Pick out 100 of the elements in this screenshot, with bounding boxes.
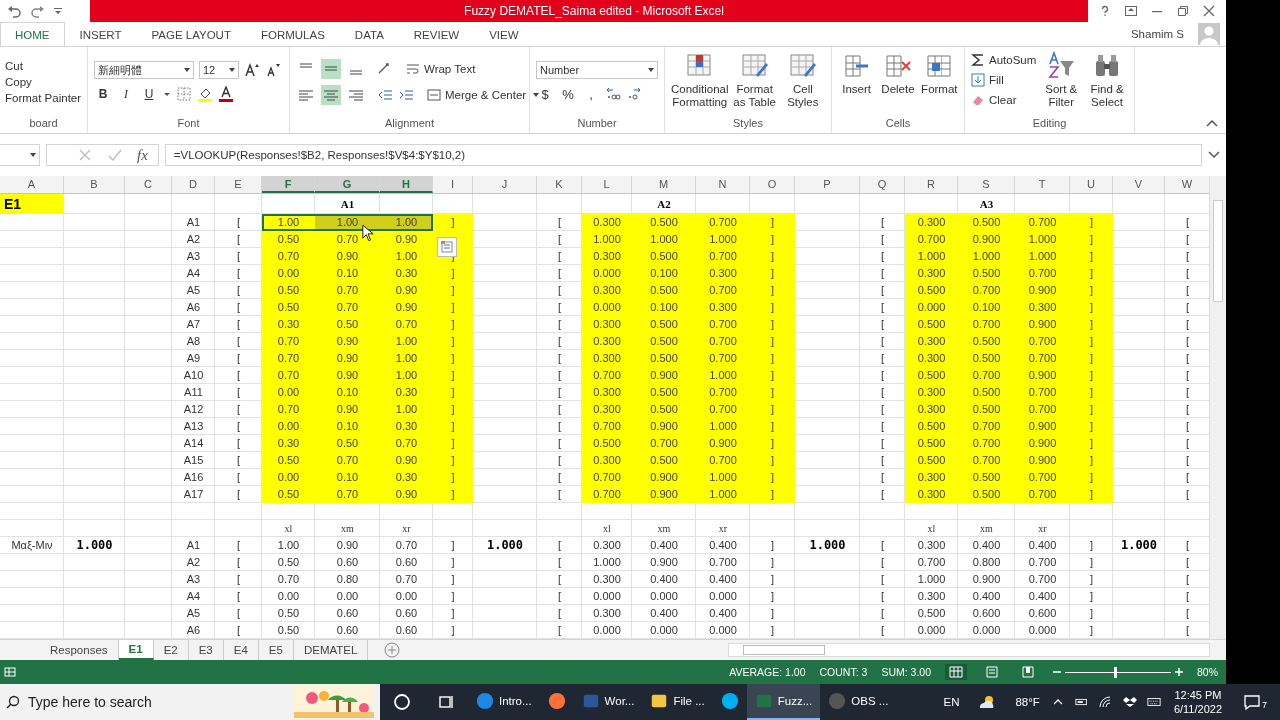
formula-field[interactable]: =VLOOKUP(Responses!$B2, Responses!$V$4:$Y$10,2): [164, 144, 1202, 166]
close-icon[interactable]: [1203, 5, 1215, 17]
clock[interactable]: 12:45 PM 6/11/2022: [1165, 688, 1230, 716]
weather-temperature[interactable]: 88°F: [1009, 696, 1046, 708]
ribbon-tab[interactable]: PAGE LAYOUT: [136, 22, 246, 46]
column-header[interactable]: D: [172, 176, 215, 193]
font-style-button[interactable]: U: [140, 85, 158, 103]
undo-icon[interactable]: [6, 3, 22, 19]
normal-view-icon[interactable]: [945, 664, 967, 680]
column-header[interactable]: A: [0, 176, 64, 193]
number-format-field[interactable]: Number: [536, 61, 658, 79]
font-size-field[interactable]: 12: [199, 61, 239, 79]
clipboard-button[interactable]: Copy: [5, 76, 32, 88]
column-header[interactable]: N: [696, 176, 750, 193]
help-icon[interactable]: [1099, 5, 1111, 17]
caret-icon[interactable]: [648, 68, 654, 72]
editing-button[interactable]: Sort & Filter: [1040, 51, 1083, 109]
column-header[interactable]: H: [380, 176, 433, 193]
insert-function-button[interactable]: fx: [137, 146, 148, 164]
language-indicator[interactable]: EN: [937, 696, 966, 708]
font-style-button[interactable]: B: [94, 85, 112, 103]
ribbon-tab[interactable]: FORMULAS: [245, 22, 340, 46]
dropbox-icon[interactable]: [1122, 696, 1137, 708]
notifications-icon[interactable]: [1242, 692, 1262, 712]
column-header[interactable]: R: [905, 176, 958, 193]
merge-center-button[interactable]: Merge & Center: [427, 88, 540, 102]
ribbon-tab[interactable]: HOME: [0, 22, 65, 46]
customize-icon[interactable]: [54, 7, 62, 15]
styles-button[interactable]: Conditional Formatting: [671, 51, 729, 109]
column-header[interactable]: U: [1070, 176, 1113, 193]
zoom-level[interactable]: 80%: [1197, 666, 1218, 678]
wifi-icon[interactable]: [1098, 696, 1113, 708]
column-header[interactable]: L: [582, 176, 632, 193]
ribbon-display-icon[interactable]: [1125, 5, 1137, 17]
column-header[interactable]: M: [632, 176, 696, 193]
column-header[interactable]: K: [537, 176, 582, 193]
zoom-thumb[interactable]: [1113, 666, 1117, 678]
quick-analysis-icon[interactable]: [437, 237, 457, 257]
collapse-ribbon-icon[interactable]: [1206, 119, 1218, 127]
expand-icon[interactable]: [1208, 149, 1220, 161]
decrease-decimal-icon[interactable]: [626, 86, 642, 102]
font-style-button[interactable]: I: [117, 85, 135, 103]
caret-icon[interactable]: [229, 68, 235, 72]
column-header[interactable]: P: [795, 176, 860, 193]
number-format-button[interactable]: ,: [582, 85, 600, 103]
keyboard-icon[interactable]: [1146, 696, 1161, 708]
account-menu[interactable]: Shamim S: [1130, 28, 1198, 40]
taskbar-app[interactable]: Intro...: [468, 684, 540, 720]
shrink-font-icon[interactable]: [265, 62, 281, 78]
increase-indent-icon[interactable]: [398, 87, 414, 103]
ribbon-tab[interactable]: REVIEW: [398, 22, 475, 46]
zoom-in-icon[interactable]: [1175, 668, 1183, 676]
vertical-scrollbar[interactable]: [1209, 176, 1226, 639]
column-header[interactable]: I: [433, 176, 473, 193]
horizontal-scrollbar[interactable]: [728, 643, 1210, 657]
redo-icon[interactable]: [30, 3, 46, 19]
cells-button[interactable]: Insert: [838, 51, 876, 96]
caret-icon[interactable]: [184, 68, 190, 72]
styles-button[interactable]: Format as Table: [732, 51, 777, 109]
editing-button[interactable]: AutoSum: [971, 53, 1037, 67]
cells-button[interactable]: Delete: [879, 51, 917, 96]
ribbon-tab[interactable]: DATA: [339, 22, 399, 46]
grow-font-icon[interactable]: [244, 62, 260, 78]
taskbar-app[interactable]: Wor...: [573, 684, 643, 720]
zoom-out-icon[interactable]: [1053, 668, 1061, 676]
clipboard-button[interactable]: Format Painter: [5, 92, 82, 104]
column-header[interactable]: J: [473, 176, 537, 193]
taskbar-app[interactable]: File ...: [642, 684, 713, 720]
battery-icon[interactable]: [1074, 696, 1089, 708]
caret-icon[interactable]: [30, 153, 36, 157]
taskbar-app[interactable]: OBS ...: [820, 684, 897, 720]
cortana-icon[interactable]: [392, 692, 412, 712]
ribbon-tab[interactable]: INSERT: [64, 22, 137, 46]
column-header[interactable]: F: [262, 176, 315, 193]
column-header[interactable]: O: [750, 176, 795, 193]
taskbar-app[interactable]: Fuzz...: [746, 684, 821, 720]
column-header[interactable]: T: [1015, 176, 1070, 193]
macro-icon[interactable]: [4, 666, 16, 678]
editing-button[interactable]: Fill: [971, 73, 1004, 87]
restore-icon[interactable]: [1177, 5, 1189, 17]
number-format-button[interactable]: %: [559, 85, 577, 103]
editing-button[interactable]: Clear: [971, 93, 1017, 107]
sheet-tab[interactable]: E1: [118, 640, 154, 660]
column-header[interactable]: C: [125, 176, 172, 193]
column-header[interactable]: B: [64, 176, 125, 193]
ribbon-tab[interactable]: VIEW: [474, 22, 534, 46]
increase-decimal-icon[interactable]: [605, 86, 621, 102]
column-header[interactable]: G: [315, 176, 380, 193]
clipboard-button[interactable]: Cut: [5, 60, 23, 72]
column-header[interactable]: S: [958, 176, 1015, 193]
editing-button[interactable]: Find & Select: [1086, 51, 1128, 109]
fill-color-icon[interactable]: [197, 86, 213, 102]
font-name-field[interactable]: 新細明體: [94, 61, 194, 79]
column-header[interactable]: Q: [860, 176, 905, 193]
styles-button[interactable]: Cell Styles: [780, 51, 825, 109]
column-header[interactable]: V: [1113, 176, 1165, 193]
caret-icon[interactable]: [163, 90, 171, 98]
decrease-indent-icon[interactable]: [377, 87, 393, 103]
wrap-text-button[interactable]: Wrap Text: [406, 62, 476, 76]
font-color-icon[interactable]: [218, 86, 234, 102]
